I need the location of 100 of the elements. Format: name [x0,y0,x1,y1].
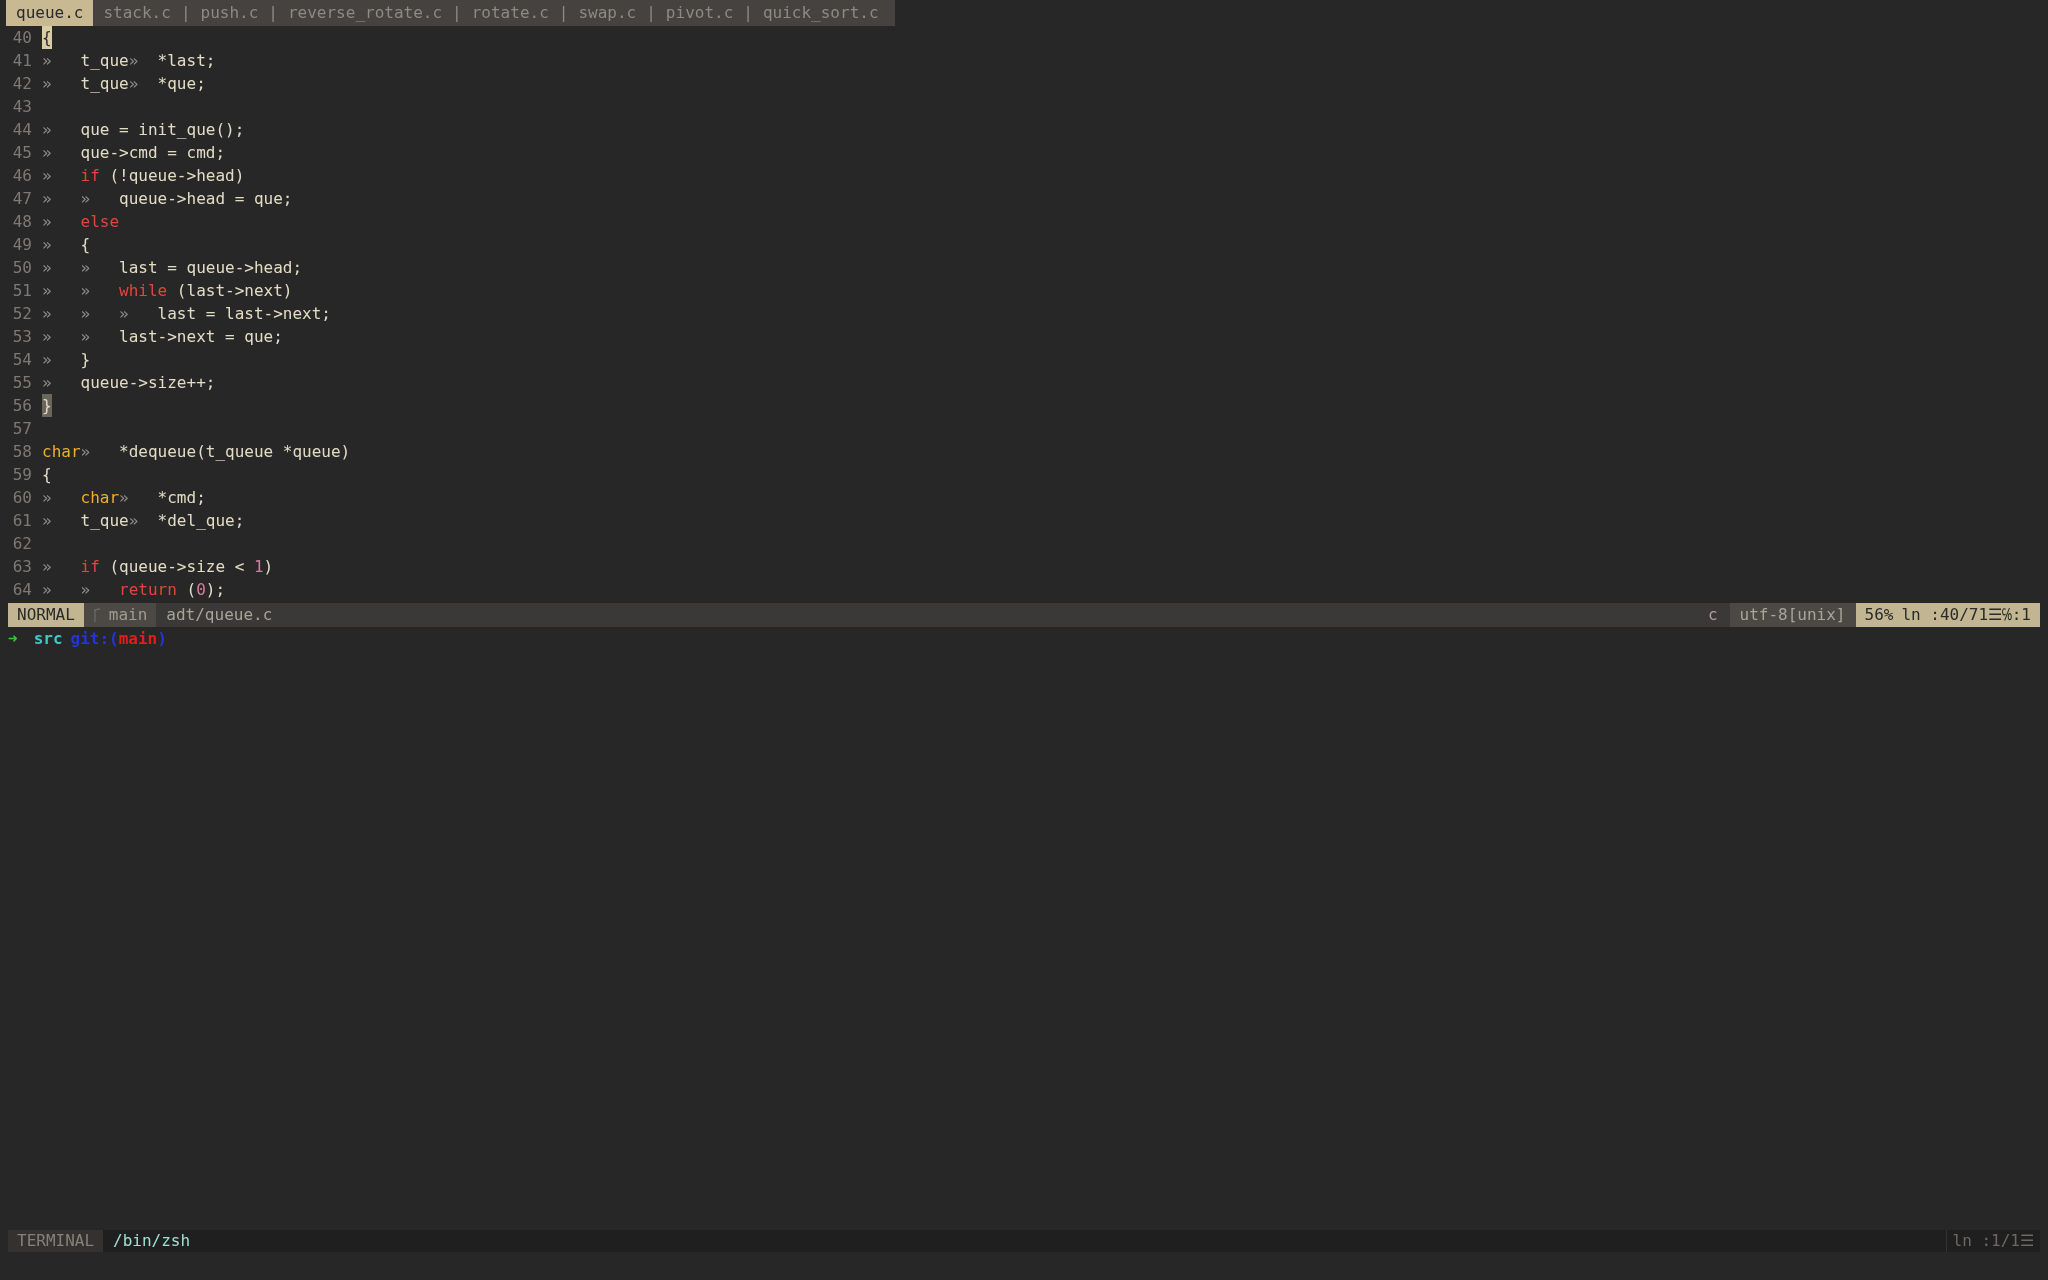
code-text: t_que [80,510,129,532]
code-text: last = last->next; [157,303,331,325]
tab-marker: » [42,280,53,302]
buffer-tab[interactable]: push.c [190,0,269,26]
line-number: 56 [11,395,33,417]
tab-marker: » [80,257,92,279]
code-text: queue->size++; [80,372,216,394]
line-number: 55 [11,372,33,394]
mode-indicator: NORMAL [8,603,84,627]
line-number: 41 [11,50,33,72]
code-text: ( [185,579,197,601]
line-number: 45 [11,142,33,164]
branch-icon [92,608,101,622]
tab-marker: » [128,510,140,532]
tab-marker: » [80,579,92,601]
code-text: t_que [80,50,129,72]
code-text: *cmd; [157,487,206,509]
line-number: 58 [11,441,33,463]
tab-separator: | [743,2,753,24]
tab-marker: » [42,73,53,95]
buffer-tab[interactable]: rotate.c [461,0,559,26]
code-text: queue->head = que; [119,188,293,210]
buffer-tab[interactable]: quick_sort.c [752,0,889,26]
keyword: if [80,165,100,187]
git-label: git:( [70,628,119,650]
line-number: 52 [11,303,33,325]
buffer-tab[interactable]: queue.c [6,0,94,26]
code-text: *last; [157,50,216,72]
tab-marker: » [42,487,53,509]
code-text: last = queue->head; [119,257,303,279]
tab-marker: » [42,372,53,394]
type-keyword: char [80,487,120,509]
tab-marker: » [42,556,53,578]
line-number: 60 [11,487,33,509]
keyword: while [119,280,168,302]
tab-marker: » [42,211,53,233]
tab-marker: » [80,188,92,210]
line-number: 50 [11,257,33,279]
tab-marker: » [80,326,92,348]
keyword: return [119,579,177,601]
buffer-tab[interactable]: reverse_rotate.c [277,0,453,26]
code-text: last->next = que; [119,326,283,348]
line-number: 49 [11,234,33,256]
line-number: 63 [11,556,33,578]
tab-marker: » [42,142,53,164]
line-number: 48 [11,211,33,233]
line-number: 57 [11,418,33,440]
terminal-label: TERMINAL [8,1230,104,1252]
tab-marker: » [42,50,53,72]
line-number: 64 [11,579,33,601]
tab-marker: » [119,303,130,325]
code-text: { [42,464,52,486]
branch-name: main [108,604,148,626]
buffer-tab[interactable]: swap.c [568,0,647,26]
type-keyword: char [42,441,81,463]
code-text: (!queue->head) [108,165,245,187]
tab-marker: » [42,257,53,279]
filetype: c [1706,604,1719,626]
line-number: 53 [11,326,33,348]
line-number: 40 [11,27,33,49]
tab-marker: » [80,303,92,325]
tab-separator: | [646,2,656,24]
file-path: adt/queue.c [165,604,274,626]
terminal-position: ln :1/1☰ [1945,1230,2040,1252]
tab-marker: » [42,165,53,187]
terminal-name: /bin/zsh [112,1230,192,1252]
scroll-percent: 56% [1864,604,1894,626]
line-number: 59 [11,464,33,486]
code-text: (queue->size < [108,556,246,578]
line-number: 43 [11,96,33,118]
tab-separator: | [452,2,462,24]
tab-separator: | [558,2,569,24]
line-number: 51 [11,280,33,302]
code-text: ) [263,556,274,578]
code-text: t_que [80,73,129,95]
code-text: ); [205,579,226,601]
matching-bracket: } [42,394,52,417]
tab-marker: » [42,303,53,325]
line-number: 46 [11,165,33,187]
buffer-tab[interactable]: stack.c [93,0,181,26]
code-text: (last->next) [175,280,293,302]
prompt-arrow: ➜ [8,628,18,650]
line-number: 62 [11,533,33,555]
number-literal: 1 [253,556,264,578]
tab-marker: » [119,487,130,509]
keyword: if [80,556,100,578]
tab-marker: » [128,73,140,95]
code-text: que = init_que(); [80,119,245,141]
code-text: } [80,349,91,371]
keyword: else [80,211,120,233]
buffer-tab[interactable]: pivot.c [655,0,744,26]
code-text: *que; [157,73,206,95]
code-text: *del_que; [157,510,245,532]
cursor-position: ln :40/71☰℅:1 [1901,604,2031,626]
tab-marker: » [80,280,92,302]
tab-marker: » [42,326,53,348]
git-branch: main [118,628,158,650]
tab-marker: » [42,510,53,532]
tab-marker: » [42,234,53,256]
line-number: 54 [11,349,33,371]
